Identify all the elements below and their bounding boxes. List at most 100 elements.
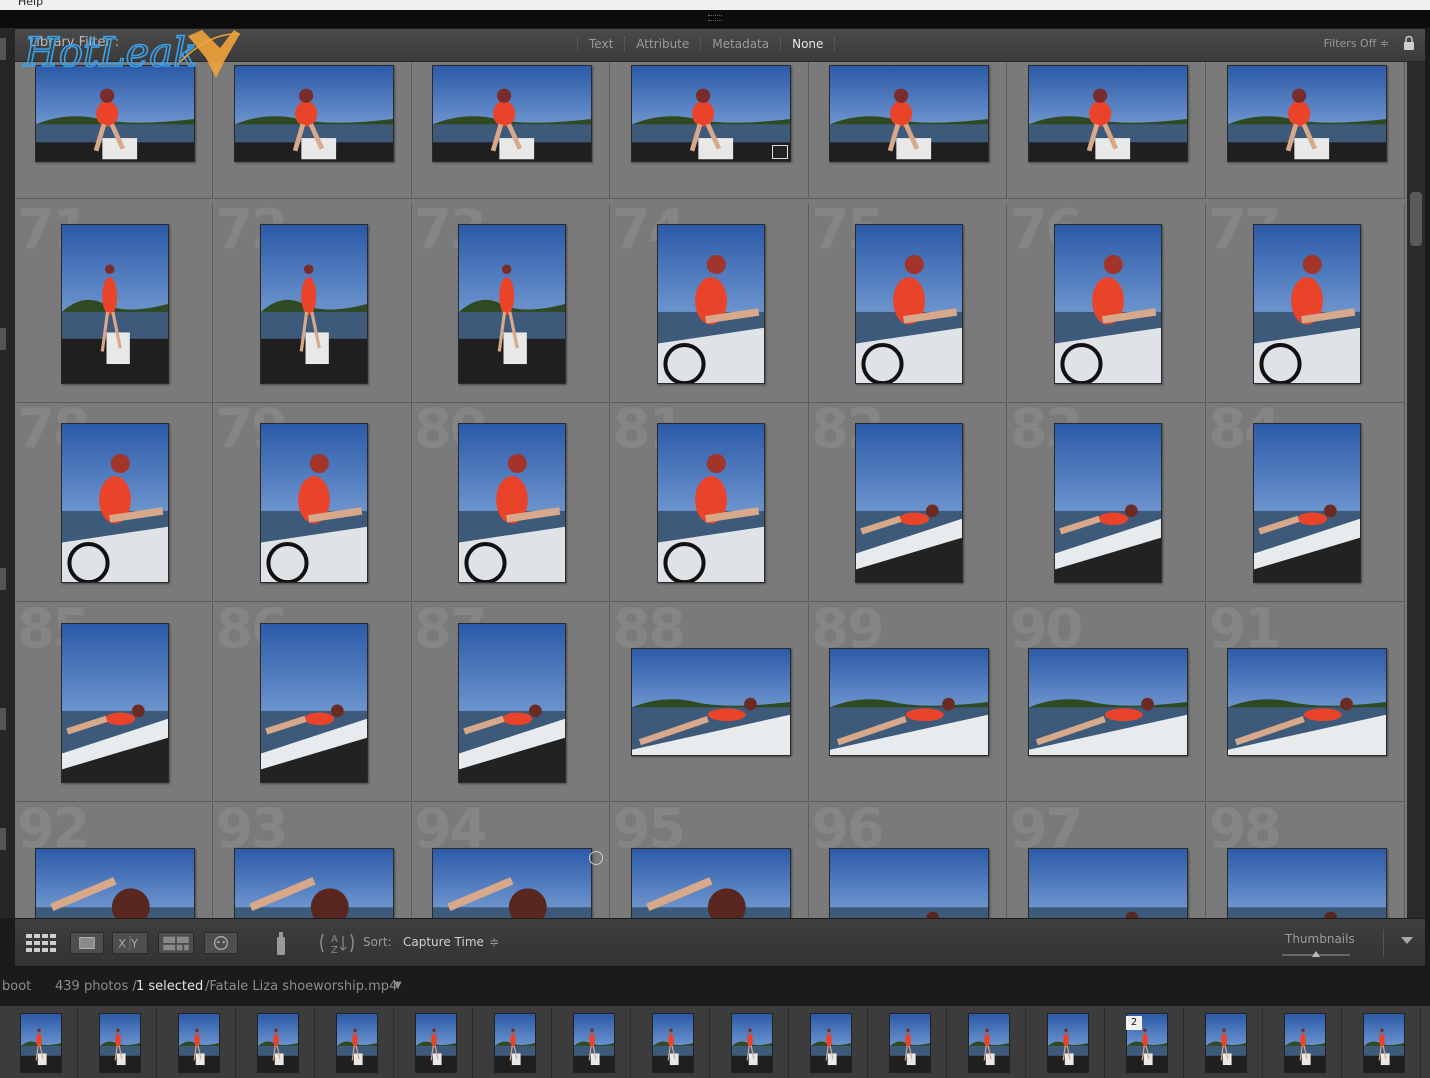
left-panel-tab[interactable]	[0, 38, 6, 60]
filmstrip-cell[interactable]	[79, 1008, 157, 1078]
source-label[interactable]: boot	[2, 979, 31, 994]
photo-thumbnail[interactable]	[829, 648, 990, 756]
filter-option-text[interactable]: Text	[577, 37, 624, 51]
grid-cell[interactable]: 96	[809, 803, 1008, 918]
filmstrip-cell[interactable]	[158, 1008, 236, 1078]
grid-cell[interactable]	[412, 62, 611, 199]
filmstrip-cell[interactable]	[869, 1008, 947, 1078]
filmstrip-cell[interactable]: 2	[1106, 1008, 1184, 1078]
photo-thumbnail[interactable]	[458, 623, 567, 783]
grid-cell[interactable]: 88	[610, 603, 809, 802]
grid-cell[interactable]: 72	[213, 204, 412, 403]
photo-thumbnail[interactable]	[1028, 65, 1188, 162]
photo-thumbnail[interactable]	[630, 648, 791, 756]
photo-thumbnail[interactable]	[61, 423, 169, 583]
grid-cell[interactable]: 77	[1206, 204, 1405, 403]
filmstrip-thumbnail[interactable]	[810, 1013, 852, 1073]
grid-cell[interactable]: 76	[1008, 204, 1206, 403]
filmstrip-thumbnail[interactable]	[178, 1013, 220, 1073]
panel-grip[interactable]	[708, 15, 722, 21]
grid-cell[interactable]: 89	[809, 603, 1008, 802]
filmstrip-thumbnail[interactable]	[731, 1013, 773, 1073]
photo-thumbnail[interactable]	[1252, 423, 1361, 583]
photo-thumbnail[interactable]	[458, 423, 567, 583]
grid-cell[interactable]: 84	[1206, 403, 1405, 602]
filmstrip-thumbnail[interactable]	[99, 1013, 141, 1073]
filmstrip-cell[interactable]	[1185, 1008, 1263, 1078]
grid-cell[interactable]: 87	[412, 603, 611, 802]
collection-path[interactable]: /Fatale Liza shoeworship.mp4	[205, 979, 397, 994]
filter-option-metadata[interactable]: Metadata	[700, 37, 780, 51]
photo-thumbnail[interactable]	[1252, 224, 1361, 384]
filmstrip-thumbnail[interactable]	[652, 1013, 694, 1073]
filmstrip-cell[interactable]	[316, 1008, 394, 1078]
photo-thumbnail[interactable]	[233, 65, 394, 162]
survey-view-icon[interactable]	[158, 932, 194, 954]
toolbar-options-dropdown[interactable]	[1401, 937, 1413, 944]
filmstrip-cell[interactable]	[395, 1008, 473, 1078]
filmstrip-thumbnail[interactable]	[1205, 1013, 1247, 1073]
grid-cell[interactable]: 81	[610, 403, 809, 602]
grid-cell[interactable]: 92	[15, 803, 213, 918]
photo-thumbnail[interactable]	[1054, 423, 1162, 583]
grid-cell[interactable]: 94	[412, 803, 611, 918]
photo-thumbnail[interactable]	[1028, 648, 1188, 756]
photo-thumbnail[interactable]	[1226, 65, 1387, 162]
sort-dropdown-arrow[interactable]: ≑	[489, 935, 499, 949]
grid-cell[interactable]: 79	[213, 403, 412, 602]
filmstrip-thumbnail[interactable]	[1363, 1013, 1405, 1073]
filmstrip-thumbnail[interactable]	[573, 1013, 615, 1073]
grid-cell[interactable]: 97	[1008, 803, 1206, 918]
photo-thumbnail[interactable]	[630, 65, 791, 162]
grid-scrollbar[interactable]	[1407, 62, 1425, 918]
photo-thumbnail[interactable]	[1226, 648, 1387, 756]
photo-thumbnail[interactable]	[1028, 848, 1188, 918]
filmstrip-cell[interactable]	[790, 1008, 868, 1078]
filter-option-attribute[interactable]: Attribute	[624, 37, 700, 51]
filmstrip-thumbnail[interactable]	[20, 1013, 62, 1073]
grid-cell[interactable]: 93	[213, 803, 412, 918]
grid-cell[interactable]	[809, 62, 1008, 199]
left-panel-tab[interactable]	[0, 328, 6, 350]
photo-thumbnail[interactable]	[1054, 224, 1162, 384]
grid-cell[interactable]: 90	[1008, 603, 1206, 802]
photo-thumbnail[interactable]	[829, 848, 990, 918]
filmstrip-cell[interactable]	[1343, 1008, 1421, 1078]
photo-thumbnail[interactable]	[630, 848, 791, 918]
grid-cell[interactable]: 75	[809, 204, 1008, 403]
photo-thumbnail[interactable]	[432, 848, 593, 918]
grid-cell[interactable]: 82	[809, 403, 1008, 602]
grid-cell[interactable]	[610, 62, 809, 199]
grid-cell[interactable]	[1206, 62, 1405, 199]
thumbnail-size-slider[interactable]	[1282, 951, 1350, 957]
grid-view-icon[interactable]	[24, 932, 60, 954]
lock-icon[interactable]	[1403, 35, 1415, 51]
filmstrip-cell[interactable]	[553, 1008, 631, 1078]
grid-cell[interactable]: 74	[610, 204, 809, 403]
grid-cell[interactable]: 83	[1008, 403, 1206, 602]
filmstrip-cell[interactable]	[237, 1008, 315, 1078]
photo-thumbnail[interactable]	[61, 224, 169, 384]
path-dropdown-arrow[interactable]: ▼	[394, 980, 402, 991]
filters-off-dropdown[interactable]: Filters Off ≑	[1324, 37, 1389, 50]
left-panel-tab[interactable]	[0, 828, 6, 850]
photo-thumbnail[interactable]	[458, 224, 567, 384]
grid-cell[interactable]: 73	[412, 204, 611, 403]
grid-cell[interactable]: 86	[213, 603, 412, 802]
filmstrip-thumbnail[interactable]	[336, 1013, 378, 1073]
grid-cell[interactable]: 78	[15, 403, 213, 602]
grid-cell[interactable]: 85	[15, 603, 213, 802]
left-panel-tab[interactable]	[0, 568, 6, 590]
photo-thumbnail[interactable]	[233, 848, 394, 918]
photo-thumbnail[interactable]	[35, 848, 195, 918]
grid-cell[interactable]	[1008, 62, 1206, 199]
filmstrip-thumbnail[interactable]	[257, 1013, 299, 1073]
filter-option-none[interactable]: None	[780, 37, 836, 51]
filmstrip-cell[interactable]	[474, 1008, 552, 1078]
grid-cell[interactable]: 71	[15, 204, 213, 403]
filmstrip-cell[interactable]	[632, 1008, 710, 1078]
photo-thumbnail[interactable]	[656, 224, 765, 384]
circle-badge-icon[interactable]	[589, 851, 604, 865]
photo-thumbnail[interactable]	[855, 423, 964, 583]
sort-direction-icon[interactable]: A Z	[317, 930, 357, 956]
